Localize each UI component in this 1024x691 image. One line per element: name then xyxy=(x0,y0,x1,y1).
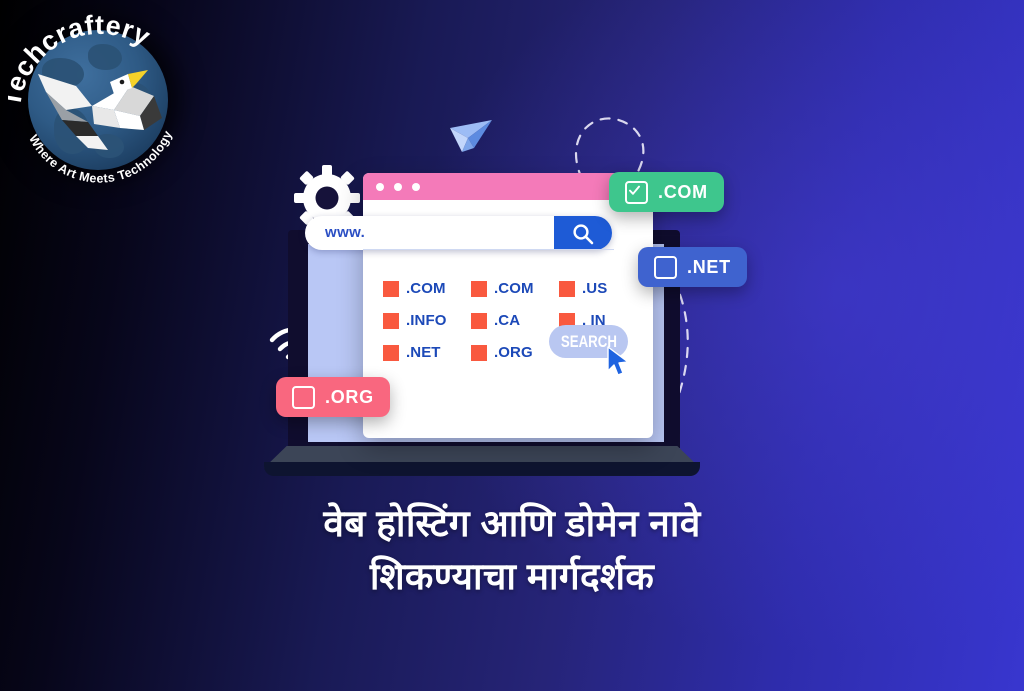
tld-label: .ORG xyxy=(494,344,533,361)
tld-swatch xyxy=(559,280,575,297)
tld-badge-label: .NET xyxy=(687,256,731,277)
brand-tagline-arc: Where Art Meets Technology xyxy=(26,128,175,185)
tld-item[interactable]: .COM xyxy=(383,280,471,297)
checkbox-checked-icon[interactable] xyxy=(625,180,648,204)
headline-line-1: वेब होस्टिंग आणि डोमेन नावे xyxy=(323,503,701,544)
tld-label: .COM xyxy=(494,280,534,297)
tld-item[interactable]: .INFO xyxy=(383,312,471,329)
tld-label: .CA xyxy=(494,312,521,329)
tld-swatch xyxy=(383,344,399,361)
checkbox-unchecked-icon[interactable] xyxy=(292,385,315,409)
tld-item[interactable]: .ORG xyxy=(471,344,559,361)
tld-item[interactable]: .US xyxy=(559,280,631,297)
window-dot-2[interactable] xyxy=(394,183,402,191)
checkbox-unchecked-icon[interactable] xyxy=(654,255,677,279)
tld-swatch xyxy=(383,280,399,297)
search-underline xyxy=(363,249,614,250)
window-dot-1[interactable] xyxy=(376,183,384,191)
tld-badge-label: .ORG xyxy=(325,386,374,407)
search-input-value: www. xyxy=(325,224,366,241)
tld-badge-com[interactable]: .COM xyxy=(609,172,724,212)
tld-badge-net[interactable]: .NET xyxy=(638,247,747,287)
tld-item[interactable]: .COM xyxy=(471,280,559,297)
tld-swatch xyxy=(471,344,487,361)
tld-swatch xyxy=(383,312,399,329)
search-submit-button[interactable] xyxy=(554,216,612,250)
address-search-bar[interactable]: www. xyxy=(305,216,614,250)
paper-plane-icon xyxy=(450,120,492,152)
brand-logo[interactable]: Techcraftery Where Art Meets Technology xyxy=(8,6,190,186)
tld-item[interactable]: .NET xyxy=(383,344,471,361)
tld-item[interactable]: .CA xyxy=(471,312,559,329)
check-icon xyxy=(629,185,640,195)
laptop-base-lip xyxy=(264,462,700,476)
tld-label: .COM xyxy=(406,280,446,297)
browser-window: www. .COM .COM .US .INFO .CA . IN .NET .… xyxy=(305,173,653,438)
mouse-cursor-icon xyxy=(607,346,629,376)
page-title: वेब होस्टिंग आणि डोमेन नावे शिकण्याचा मा… xyxy=(0,498,1024,603)
search-icon xyxy=(573,224,594,245)
tld-label: .INFO xyxy=(406,312,447,329)
headline-line-2: शिकण्याचा मार्गदर्शक xyxy=(369,555,655,597)
tld-swatch xyxy=(471,280,487,297)
svg-text:Where Art Meets Technology: Where Art Meets Technology xyxy=(26,128,175,185)
window-dot-3[interactable] xyxy=(412,183,420,191)
tld-badge-label: .COM xyxy=(658,181,708,202)
tld-label: .US xyxy=(582,280,608,297)
poster-canvas: Techcraftery Where Art Meets Technology xyxy=(0,0,1024,691)
tld-label: .NET xyxy=(406,344,441,361)
tld-swatch xyxy=(471,312,487,329)
brand-tagline-text: Where Art Meets Technology xyxy=(26,128,175,185)
tld-badge-org[interactable]: .ORG xyxy=(276,377,390,417)
